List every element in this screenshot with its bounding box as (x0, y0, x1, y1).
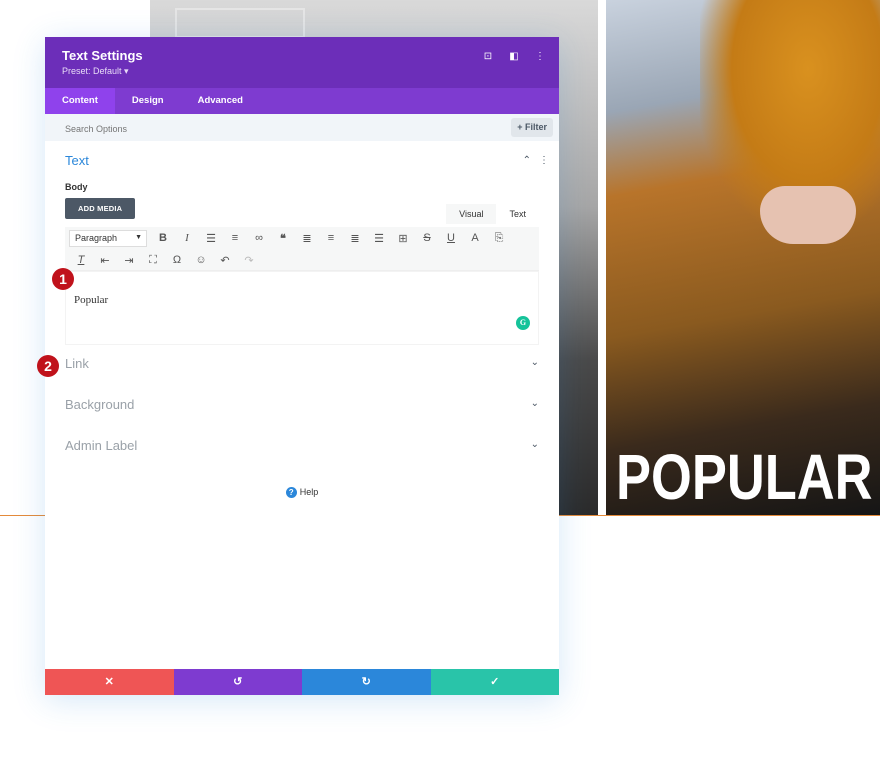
chevron-down-icon: ⌄ (530, 398, 539, 409)
fullscreen-icon[interactable]: ⛶ (141, 254, 165, 267)
chevron-up-icon[interactable]: ⌃ (523, 155, 531, 166)
numbered-list-icon[interactable]: ≡ (223, 232, 247, 244)
toolbar-row-1: Paragraph ▼ B I ☰ ≡ ∞ ❝ ≣ ≡ ≣ ☰ ⊞ S U A … (65, 227, 539, 249)
page: POPULAR Text Settings Preset: Default ▾ … (0, 0, 880, 762)
chevron-down-icon: ⌄ (530, 357, 539, 368)
text-settings-modal: Text Settings Preset: Default ▾ ⊡ ◧ ⋮ Co… (45, 37, 559, 695)
align-justify-icon[interactable]: ☰ (367, 232, 391, 245)
italic-icon[interactable]: I (175, 232, 199, 244)
align-left-icon[interactable]: ≣ (295, 232, 319, 245)
link-toggle[interactable]: Link ⌄ (65, 355, 539, 375)
cancel-button[interactable]: ✕ (45, 669, 174, 695)
format-select[interactable]: Paragraph ▼ (69, 229, 147, 247)
text-color-icon[interactable]: A (463, 232, 487, 244)
modal-header: Text Settings Preset: Default ▾ ⊡ ◧ ⋮ (45, 37, 559, 88)
indent-icon[interactable]: ⇥ (117, 254, 141, 267)
step-marker-2: 2 (37, 355, 59, 377)
toolbar-row-2: T ⇤ ⇥ ⛶ Ω ☺ ↶ ↷ (65, 249, 539, 271)
underline-icon[interactable]: U (439, 232, 463, 244)
header-icons: ⊡ ◧ ⋮ (483, 51, 545, 62)
toggle-more-icon[interactable]: ⋮ (539, 155, 549, 166)
align-right-icon[interactable]: ≣ (343, 232, 367, 245)
admin-label-toggle-title: Admin Label (65, 438, 138, 453)
text-toggle-title[interactable]: Text (65, 153, 539, 168)
editor-mode-tabs: Visual Text (446, 204, 539, 224)
special-char-icon[interactable]: Ω (165, 254, 189, 266)
outdent-icon[interactable]: ⇤ (93, 254, 117, 267)
bullet-list-icon[interactable]: ☰ (199, 232, 223, 245)
link-toggle-title: Link (65, 356, 89, 371)
editor-toolbar: Paragraph ▼ B I ☰ ≡ ∞ ❝ ≣ ≡ ≣ ☰ ⊞ S U A … (65, 227, 539, 271)
background-window (175, 8, 305, 38)
split-view-icon[interactable]: ◧ (509, 51, 519, 62)
background-toggle-title: Background (65, 397, 135, 412)
modal-tabs: Content Design Advanced (45, 88, 559, 114)
bold-icon[interactable]: B (151, 232, 175, 244)
preset-dropdown[interactable]: Preset: Default ▾ (62, 66, 542, 77)
redo-icon[interactable]: ↷ (237, 254, 261, 267)
more-menu-icon[interactable]: ⋮ (535, 51, 545, 62)
search-bar: + Filter (45, 114, 559, 141)
format-select-value: Paragraph (75, 232, 118, 243)
tab-content[interactable]: Content (45, 88, 115, 114)
filter-button[interactable]: + Filter (511, 118, 553, 137)
align-center-icon[interactable]: ≡ (319, 232, 343, 244)
screenshot-icon[interactable]: ⊡ (483, 51, 493, 62)
tab-text[interactable]: Text (496, 204, 539, 224)
clear-format-icon[interactable]: T (69, 254, 93, 266)
save-button[interactable]: ✓ (430, 669, 559, 695)
paste-icon[interactable]: ⎘ (487, 232, 511, 245)
search-options-input[interactable] (65, 124, 365, 134)
tab-visual[interactable]: Visual (446, 204, 497, 224)
step-marker-1: 1 (52, 268, 74, 290)
modal-title: Text Settings (62, 48, 143, 63)
link-icon[interactable]: ∞ (247, 232, 271, 244)
help-label: Help (299, 487, 319, 497)
add-media-button[interactable]: ADD MEDIA (65, 198, 136, 219)
chevron-down-icon: ⌄ (530, 439, 539, 450)
grammarly-icon[interactable]: G (516, 316, 530, 330)
toggle-controls: ⌃ ⋮ (523, 155, 549, 166)
admin-label-toggle[interactable]: Admin Label ⌄ (65, 437, 539, 457)
chevron-down-icon: ▼ (135, 233, 142, 241)
table-icon[interactable]: ⊞ (391, 232, 415, 245)
tab-advanced[interactable]: Advanced (181, 88, 260, 114)
undo-icon[interactable]: ↶ (213, 254, 237, 267)
help-link[interactable]: ? Help (45, 487, 559, 498)
editor-text: Popular (74, 294, 109, 306)
redo-button[interactable]: ↻ (302, 669, 431, 695)
emoji-icon[interactable]: ☺ (189, 254, 213, 266)
background-toggle[interactable]: Background ⌄ (65, 396, 539, 416)
editor-content-area[interactable]: Popular G (65, 271, 539, 345)
hand-image (760, 186, 856, 244)
undo-button[interactable]: ↺ (173, 669, 302, 695)
help-icon: ? (285, 487, 297, 498)
tab-design[interactable]: Design (115, 88, 181, 114)
blockquote-icon[interactable]: ❝ (271, 232, 295, 245)
modal-footer: ✕ ↺ ↻ ✓ (45, 669, 559, 695)
popular-headline: POPULAR (616, 441, 873, 513)
strikethrough-icon[interactable]: S (415, 232, 439, 244)
body-label: Body (65, 182, 88, 192)
